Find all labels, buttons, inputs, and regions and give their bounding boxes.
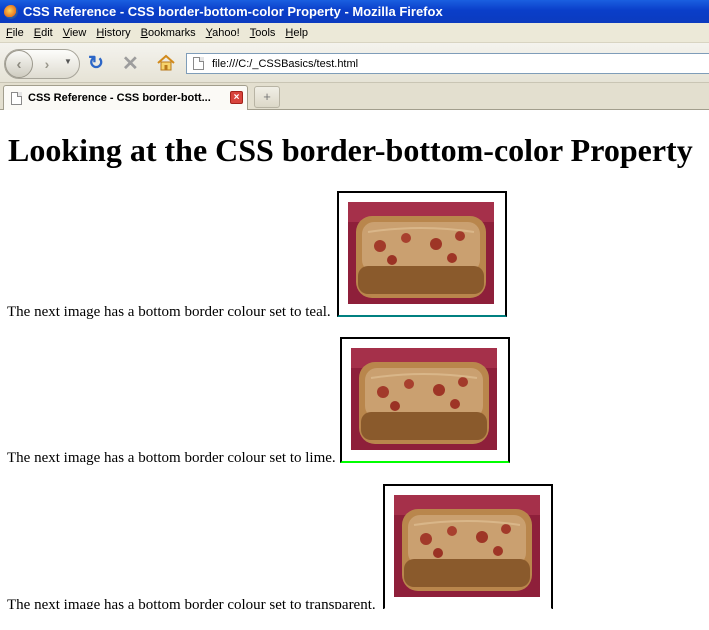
page-icon: [193, 57, 204, 70]
page-heading: Looking at the CSS border-bottom-color P…: [8, 132, 693, 168]
food-photo: [351, 348, 497, 450]
navigation-toolbar: ‹ › ▼ ↻ ✕ file:///C:/_CSSBasics/test.htm…: [0, 43, 709, 83]
menu-edit[interactable]: Edit: [30, 27, 59, 39]
menu-file[interactable]: File: [2, 27, 30, 39]
image-frame-transparent: [383, 484, 553, 609]
home-icon[interactable]: [156, 53, 176, 73]
address-bar[interactable]: file:///C:/_CSSBasics/test.html: [186, 53, 709, 74]
stop-icon[interactable]: ✕: [122, 51, 139, 76]
food-photo: [348, 202, 494, 304]
menu-tools[interactable]: Tools: [246, 27, 282, 39]
image-frame-lime: [340, 337, 510, 463]
tab-bar: CSS Reference - CSS border-bott... × +: [0, 83, 709, 110]
tab-label: CSS Reference - CSS border-bott...: [28, 92, 211, 104]
tab-page-icon: [11, 91, 22, 105]
menu-view[interactable]: View: [59, 27, 93, 39]
caption-lime: The next image has a bottom border colou…: [7, 450, 336, 466]
image-frame-teal: [337, 191, 507, 317]
caption-transparent: The next image has a bottom border colou…: [7, 597, 376, 609]
back-icon[interactable]: ‹: [5, 50, 33, 78]
url-text[interactable]: file:///C:/_CSSBasics/test.html: [212, 58, 358, 70]
menu-yahoo[interactable]: Yahoo!: [202, 27, 246, 39]
menu-bookmarks[interactable]: Bookmarks: [137, 27, 202, 39]
history-dropdown-icon[interactable]: ▼: [64, 57, 72, 66]
window-title-bar: CSS Reference - CSS border-bottom-color …: [0, 0, 709, 23]
menu-history[interactable]: History: [92, 27, 136, 39]
window-title: CSS Reference - CSS border-bottom-color …: [23, 4, 443, 19]
forward-icon[interactable]: ›: [37, 54, 57, 74]
tab-active[interactable]: CSS Reference - CSS border-bott... ×: [3, 85, 248, 110]
page-content: Looking at the CSS border-bottom-color P…: [0, 110, 709, 609]
caption-teal: The next image has a bottom border colou…: [7, 304, 331, 320]
menu-help[interactable]: Help: [281, 27, 314, 39]
reload-icon[interactable]: ↻: [88, 52, 104, 75]
food-photo: [394, 495, 540, 597]
firefox-logo-icon: [4, 4, 18, 19]
menu-bar: File Edit View History Bookmarks Yahoo! …: [0, 23, 709, 43]
new-tab-button[interactable]: +: [254, 86, 280, 108]
tab-close-icon[interactable]: ×: [230, 91, 243, 104]
